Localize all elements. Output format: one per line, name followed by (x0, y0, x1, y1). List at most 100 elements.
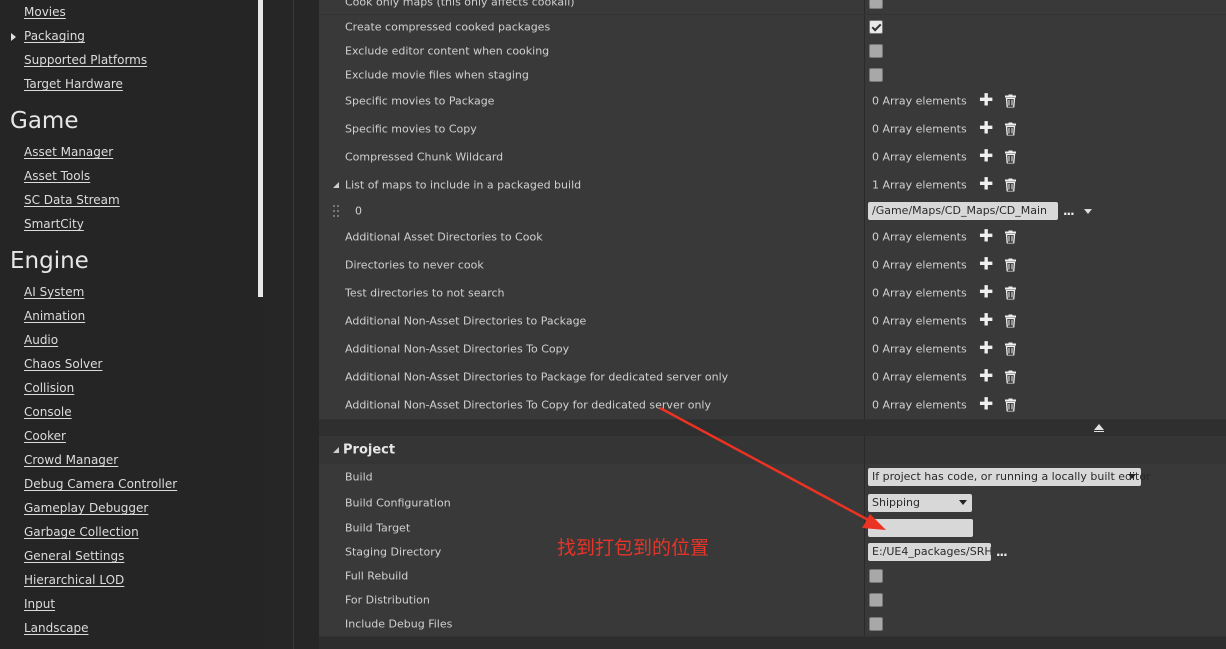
array-index: 0 (355, 204, 362, 218)
add-element-icon[interactable]: ✚ (979, 148, 993, 166)
property-row: Cook only maps (this only affects cookal… (319, 0, 1226, 15)
sidebar-item-animation[interactable]: Animation (24, 309, 85, 323)
add-element-icon[interactable]: ✚ (979, 396, 993, 414)
property-label: Additional Non-Asset Directories To Copy… (345, 398, 711, 412)
sidebar-item-input[interactable]: Input (24, 597, 55, 611)
expand-triangle-icon[interactable] (333, 182, 339, 188)
trash-icon[interactable] (1005, 314, 1016, 328)
property-label: Include Debug Files (345, 617, 453, 631)
array-count: 0 Array elements (872, 286, 967, 300)
trash-icon[interactable] (1005, 94, 1016, 108)
sidebar-item-gameplay-debugger[interactable]: Gameplay Debugger (24, 501, 148, 515)
add-element-icon[interactable]: ✚ (979, 284, 993, 302)
array-element-row: 0 /Game/Maps/CD_Maps/CD_Main ... (319, 199, 1226, 224)
sidebar-item-garbage-collection[interactable]: Garbage Collection (24, 525, 139, 539)
property-label: Build Configuration (345, 496, 451, 510)
sidebar-item-packaging[interactable]: Packaging (24, 29, 85, 43)
property-row: Create compressed cooked packages (319, 15, 1226, 40)
property-row: List of maps to include in a packaged bu… (319, 171, 1226, 200)
trash-icon[interactable] (1005, 230, 1016, 244)
sidebar-item-target-hardware[interactable]: Target Hardware (24, 77, 123, 91)
sidebar-item-sc-data-stream[interactable]: SC Data Stream (24, 193, 120, 207)
element-options-icon[interactable] (1084, 209, 1092, 214)
property-row: Exclude editor content when cooking (319, 39, 1226, 64)
sidebar-item-cooker[interactable]: Cooker (24, 429, 66, 443)
drag-handle-icon[interactable] (333, 205, 339, 217)
project-category-header[interactable]: Project (319, 436, 1226, 464)
trash-icon[interactable] (1005, 286, 1016, 300)
sidebar-item-general-settings[interactable]: General Settings (24, 549, 124, 563)
sidebar-item-debug-camera-controller[interactable]: Debug Camera Controller (24, 477, 177, 491)
expand-arrow-icon[interactable] (11, 33, 16, 41)
add-element-icon[interactable]: ✚ (979, 92, 993, 110)
sidebar-item-ai-system[interactable]: AI System (24, 285, 84, 299)
array-count: 1 Array elements (872, 178, 967, 192)
property-label: Specific movies to Package (345, 94, 495, 108)
add-element-icon[interactable]: ✚ (979, 312, 993, 330)
expand-triangle-icon[interactable] (333, 447, 339, 453)
sidebar-item-smartcity[interactable]: SmartCity (24, 217, 84, 231)
sidebar-item-supported-platforms[interactable]: Supported Platforms (24, 53, 147, 67)
full-rebuild-checkbox[interactable] (869, 569, 883, 583)
build-configuration-dropdown[interactable]: Shipping (868, 494, 972, 512)
browse-button[interactable]: ... (1063, 204, 1075, 218)
property-row: Additional Non-Asset Directories to Pack… (319, 363, 1226, 392)
property-row: Build Configuration Shipping (319, 490, 1226, 517)
property-row: Include Debug Files (319, 612, 1226, 637)
property-label: Additional Non-Asset Directories to Pack… (345, 314, 587, 328)
sidebar-item-asset-tools[interactable]: Asset Tools (24, 169, 90, 183)
checkbox-checked[interactable] (869, 20, 883, 34)
sidebar-item-landscape[interactable]: Landscape (24, 621, 88, 635)
trash-icon[interactable] (1005, 122, 1016, 136)
sidebar-item-collision[interactable]: Collision (24, 381, 74, 395)
chevron-down-icon (959, 500, 967, 505)
for-distribution-checkbox[interactable] (869, 593, 883, 607)
category-game: Game (10, 108, 79, 134)
sidebar-item-crowd-manager[interactable]: Crowd Manager (24, 453, 118, 467)
sidebar-item-chaos-solver[interactable]: Chaos Solver (24, 357, 102, 371)
sidebar-item-console[interactable]: Console (24, 405, 72, 419)
trash-icon[interactable] (1005, 150, 1016, 164)
staging-directory-field[interactable]: E:/UE4_packages/SRH (868, 543, 991, 561)
sidebar-item-asset-manager[interactable]: Asset Manager (24, 145, 113, 159)
add-element-icon[interactable]: ✚ (979, 176, 993, 194)
include-debug-files-checkbox[interactable] (869, 617, 883, 631)
property-row: Additional Non-Asset Directories To Copy… (319, 335, 1226, 364)
checkbox[interactable] (869, 0, 883, 9)
collapse-advanced-icon[interactable] (1094, 424, 1104, 432)
add-element-icon[interactable]: ✚ (979, 340, 993, 358)
property-label: Build (345, 470, 373, 484)
panel-gutter-inner (294, 0, 319, 649)
browse-button[interactable]: ... (996, 545, 1008, 559)
map-path-field[interactable]: /Game/Maps/CD_Maps/CD_Main (868, 202, 1058, 220)
sidebar-item-movies[interactable]: Movies (24, 5, 66, 19)
build-dropdown[interactable]: If project has code, or running a locall… (868, 468, 1151, 486)
property-label: Exclude movie files when staging (345, 68, 529, 82)
add-element-icon[interactable]: ✚ (979, 368, 993, 386)
array-count: 0 Array elements (872, 370, 967, 384)
property-panel: Cook only maps (this only affects cookal… (319, 0, 1226, 649)
trash-icon[interactable] (1005, 178, 1016, 192)
trash-icon[interactable] (1005, 398, 1016, 412)
advanced-section-bar[interactable] (319, 421, 1226, 435)
property-label: Exclude editor content when cooking (345, 44, 550, 58)
add-element-icon[interactable]: ✚ (979, 256, 993, 274)
array-count: 0 Array elements (872, 258, 967, 272)
add-element-icon[interactable]: ✚ (979, 120, 993, 138)
property-label: Additional Asset Directories to Cook (345, 230, 543, 244)
build-target-field[interactable] (868, 519, 973, 537)
sidebar-item-hierarchical-lod[interactable]: Hierarchical LOD (24, 573, 124, 587)
property-label: List of maps to include in a packaged bu… (345, 178, 582, 192)
add-element-icon[interactable]: ✚ (979, 228, 993, 246)
checkbox[interactable] (869, 44, 883, 58)
trash-icon[interactable] (1005, 342, 1016, 356)
trash-icon[interactable] (1005, 258, 1016, 272)
trash-icon[interactable] (1005, 370, 1016, 384)
sidebar-item-audio[interactable]: Audio (24, 333, 58, 347)
category-engine: Engine (10, 248, 89, 274)
property-label: For Distribution (345, 593, 430, 607)
settings-sidebar: Movies Packaging Supported Platforms Tar… (0, 0, 263, 649)
checkbox[interactable] (869, 68, 883, 82)
property-label: Test directories to not search (345, 286, 505, 300)
property-row: Additional Non-Asset Directories To Copy… (319, 391, 1226, 420)
